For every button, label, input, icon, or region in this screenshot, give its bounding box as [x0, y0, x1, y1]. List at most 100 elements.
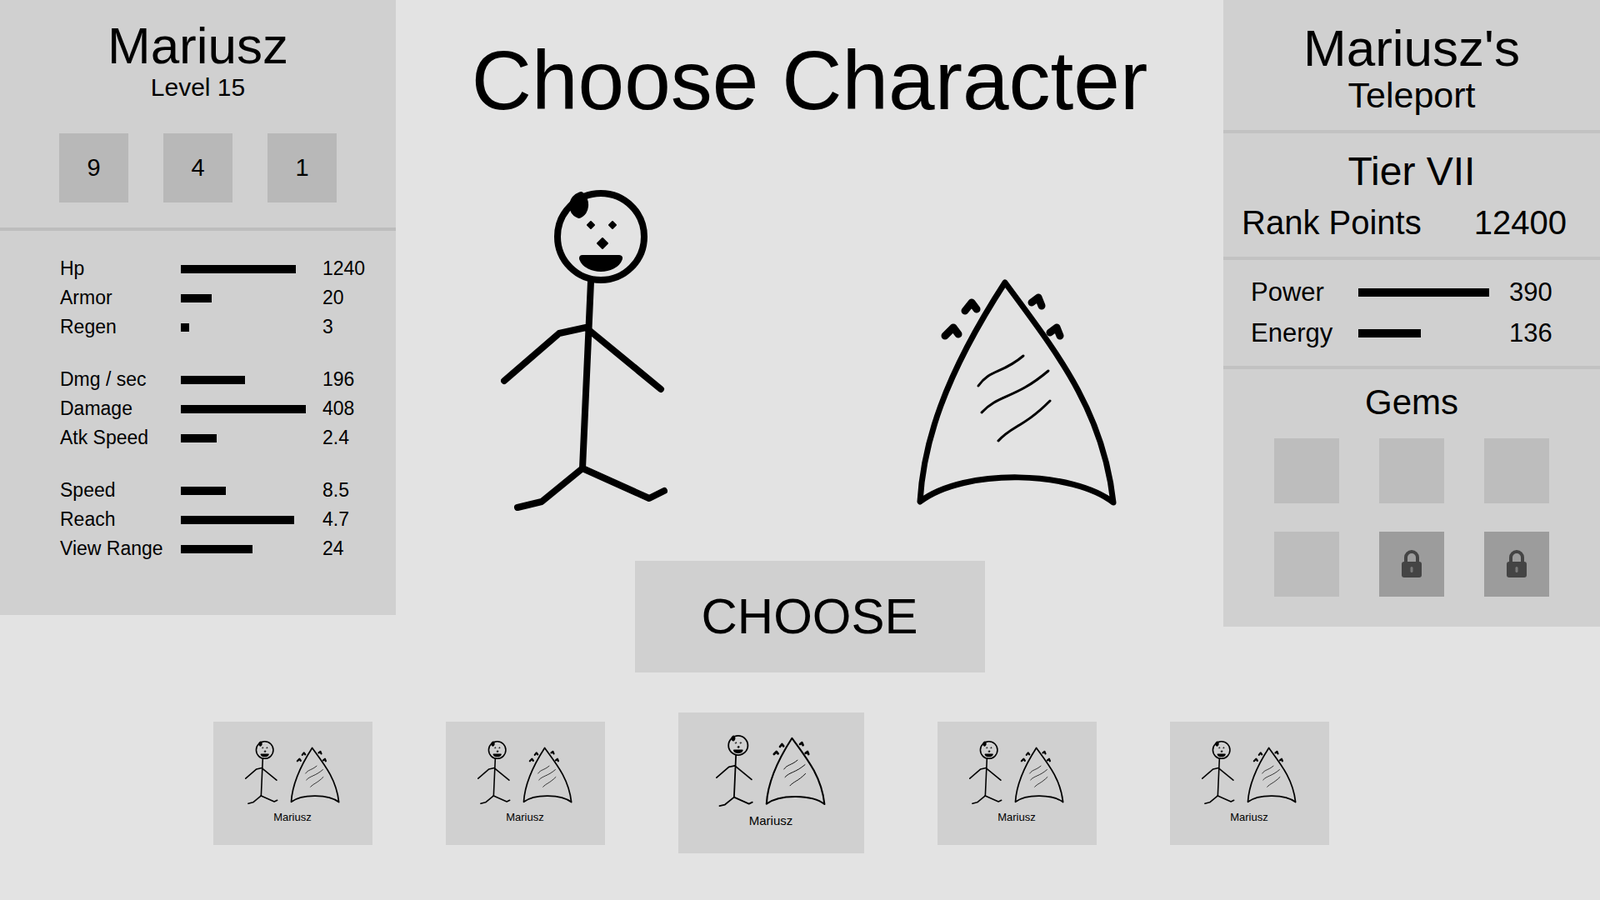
stat-row: Power 390 — [1250, 276, 1600, 310]
stat-group: Hp 1240 Armor 20 Regen 3 — [60, 254, 396, 342]
stat-value: 390 — [1509, 276, 1553, 310]
loadout-name: Mariusz — [749, 811, 794, 831]
stat-label: Regen — [60, 315, 181, 340]
teleport-icon — [290, 746, 340, 805]
gems-title: Gems — [1365, 380, 1459, 425]
loadout-preview — [715, 735, 826, 807]
stat-value: 20 — [322, 285, 345, 310]
stat-bar-track — [180, 515, 315, 525]
gem-slot[interactable] — [1274, 531, 1340, 597]
stat-value: 408 — [322, 396, 355, 421]
teleport-icon — [522, 746, 573, 805]
loadout-card[interactable]: Mariusz — [1170, 721, 1330, 845]
stat-value: 136 — [1509, 317, 1553, 350]
rank-row: Rank Points12400 — [1223, 201, 1600, 244]
stick-figure-icon — [715, 735, 754, 807]
loadout-row: Mariusz Mariusz Mariusz Mariusz Mariusz — [0, 712, 1600, 854]
stat-bar-fill — [180, 405, 306, 414]
stat-label: Armor — [60, 285, 181, 310]
stat-label: Power — [1250, 276, 1359, 310]
stat-bar-track — [1358, 288, 1501, 297]
choose-button[interactable]: CHOOSE — [635, 560, 985, 673]
counter-box: 4 — [163, 133, 233, 203]
character-name: Mariusz — [107, 20, 289, 72]
stat-value: 3 — [322, 315, 334, 340]
teleport-icon — [1246, 746, 1297, 805]
lock-icon — [1504, 549, 1530, 580]
stat-bar-track — [180, 375, 315, 385]
teleport-tier: Tier VII — [1223, 146, 1600, 197]
stat-label: View Range — [60, 536, 181, 561]
stat-row: Speed8.5 — [60, 475, 396, 505]
stat-group: Dmg / sec196Damage 408 Atk Speed 2.4 — [60, 365, 396, 453]
stat-row: Reach4.7 — [60, 505, 396, 535]
counter-box: 9 — [59, 133, 129, 203]
teleport-header: Mariusz'sTeleport — [1223, 0, 1600, 134]
stat-label: Hp — [60, 256, 181, 281]
stat-row: Dmg / sec196 — [60, 365, 396, 395]
stick-figure-icon — [1201, 740, 1235, 805]
stat-value: 4.7 — [322, 507, 350, 532]
stat-bar-track — [180, 265, 315, 274]
stick-figure-icon — [500, 190, 668, 511]
stick-figure-icon — [477, 740, 510, 805]
teleport-icon — [1014, 746, 1065, 805]
stat-row: Atk Speed 2.4 — [60, 423, 396, 453]
teleport-subtitle: Teleport — [1348, 77, 1476, 114]
stick-figure-icon — [245, 740, 278, 805]
stat-bar-fill — [180, 265, 296, 274]
gem-slot[interactable] — [1484, 531, 1550, 597]
stat-value: 2.4 — [322, 425, 350, 450]
stat-row: Damage 408 — [60, 394, 396, 424]
teleport-panel: Mariusz'sTeleportTier VIIRank Points1240… — [1223, 0, 1600, 627]
teleport-rank: Tier VIIRank Points12400 — [1223, 133, 1600, 260]
gem-slot[interactable] — [1379, 531, 1445, 597]
top-area: Mariusz Level 15 941 Hp 1240 Armor 20 Regen 3 Dmg… — [0, 0, 1600, 673]
stat-label: Dmg / sec — [60, 367, 181, 392]
rank-value: 12400 — [1474, 201, 1567, 244]
teleport-stats: Power 390 Energy 136 — [1223, 260, 1600, 370]
page-title: Choose Character — [471, 0, 1149, 122]
loadout-card[interactable]: Mariusz — [213, 721, 373, 845]
stat-bar-track — [180, 323, 315, 332]
gem-slot[interactable] — [1379, 438, 1445, 504]
gems-section: Gems — [1223, 369, 1600, 597]
loadout-name: Mariusz — [273, 809, 312, 826]
loadout-preview — [477, 740, 573, 805]
stat-bar-fill — [1358, 329, 1421, 338]
stat-group: Speed8.5Reach4.7View Range24 — [60, 475, 396, 564]
teleport-icon — [765, 736, 827, 807]
stat-row: View Range24 — [60, 534, 396, 564]
stat-label: Energy — [1250, 317, 1359, 350]
stat-value: 1240 — [322, 256, 365, 281]
stat-bar-fill — [180, 323, 190, 332]
lock-icon — [1399, 549, 1425, 580]
stick-figure-icon — [969, 740, 1002, 805]
center-area: Choose Character CHOOSE — [395, 0, 1224, 673]
loadout-name: Mariusz — [997, 809, 1036, 826]
stat-bar-fill — [180, 294, 212, 303]
gem-slot[interactable] — [1274, 438, 1340, 504]
stat-bar-track — [180, 405, 315, 414]
stat-value: 8.5 — [322, 478, 350, 503]
loadout-preview — [1201, 740, 1297, 805]
loadout-preview — [969, 740, 1065, 805]
gem-slot[interactable] — [1484, 438, 1550, 504]
counter-box: 1 — [267, 133, 337, 203]
character-select-screen: Mariusz Level 15 941 Hp 1240 Armor 20 Regen 3 Dmg… — [0, 0, 1600, 900]
loadout-name: Mariusz — [505, 809, 545, 826]
loadout-card[interactable]: Mariusz — [445, 721, 605, 845]
stat-row: Hp 1240 — [60, 254, 396, 284]
stat-bar-track — [180, 486, 315, 495]
stat-bar-fill — [180, 375, 245, 385]
loadout-card[interactable]: Mariusz — [937, 721, 1097, 845]
stat-label: Atk Speed — [60, 425, 181, 450]
stat-bar-track — [180, 545, 315, 554]
loadout-card[interactable]: Mariusz — [678, 712, 865, 854]
stat-bar-fill — [1358, 288, 1490, 297]
stat-label: Damage — [60, 396, 181, 421]
character-header: Mariusz Level 15 941 — [0, 0, 396, 231]
character-level: Level 15 — [150, 75, 245, 100]
stat-bar-fill — [180, 545, 253, 554]
preview-area — [500, 190, 1120, 511]
